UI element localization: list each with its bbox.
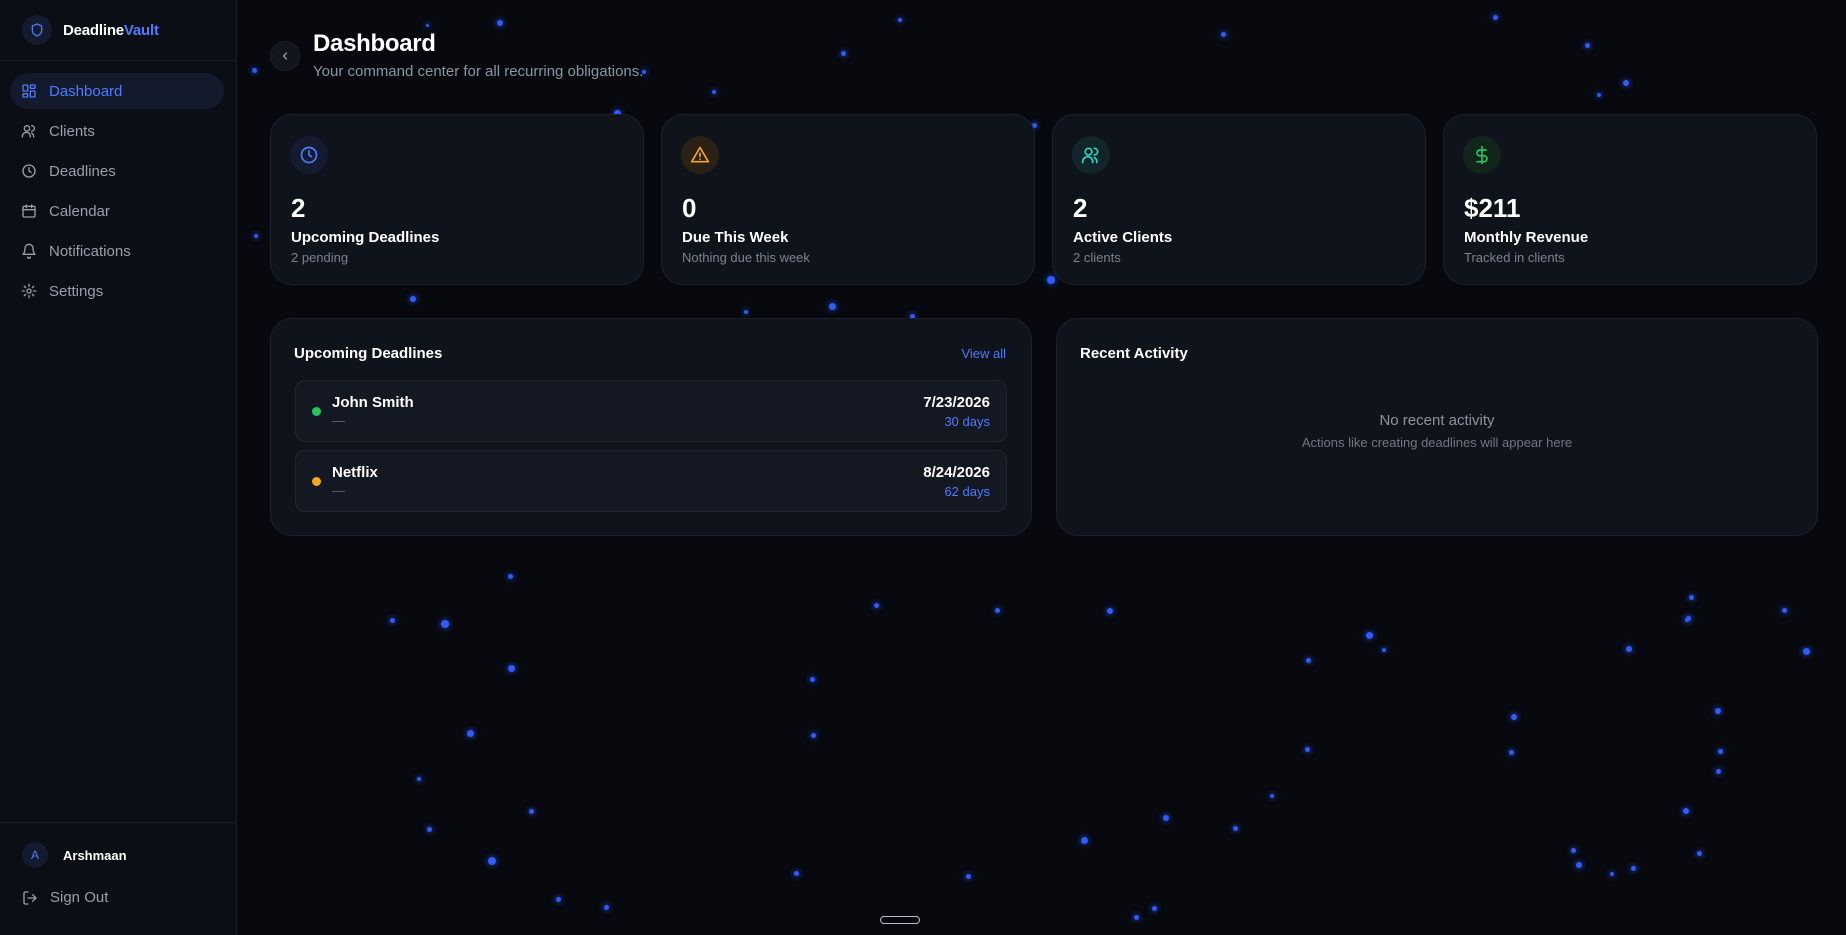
deadline-date: 8/24/2026: [923, 464, 990, 481]
page-subtitle: Your command center for all recurring ob…: [313, 63, 644, 80]
page-title: Dashboard: [313, 30, 436, 57]
stat-value: 2: [1073, 193, 1088, 223]
shield-icon: [22, 15, 52, 45]
sidebar-item-label: Dashboard: [49, 82, 123, 100]
users-icon: [1072, 136, 1110, 174]
app-name: DeadlineVault: [63, 21, 159, 39]
sidebar-nav: Dashboard Clients Deadlines Calendar Not…: [0, 61, 236, 309]
stat-value: $211: [1464, 193, 1521, 223]
stat-sub: 2 clients: [1073, 250, 1121, 265]
empty-state-title: No recent activity: [1379, 412, 1495, 429]
upcoming-deadlines-panel: Upcoming Deadlines View all John Smith —…: [270, 318, 1032, 536]
collapse-sidebar-button[interactable]: [270, 41, 300, 71]
stat-label: Monthly Revenue: [1464, 229, 1589, 246]
avatar: A: [22, 842, 48, 868]
recent-activity-panel: Recent Activity No recent activity Actio…: [1056, 318, 1818, 536]
deadline-row[interactable]: John Smith — 7/23/2026 30 days: [295, 380, 1007, 442]
sidebar-item-calendar[interactable]: Calendar: [10, 193, 224, 229]
chevron-left-icon: [282, 52, 288, 60]
warning-icon: [681, 136, 719, 174]
stat-sub: 2 pending: [291, 250, 349, 265]
stat-sub: Nothing due this week: [682, 250, 810, 265]
stat-card-active-clients[interactable]: 2 Active Clients 2 clients: [1052, 114, 1426, 285]
stat-card-monthly-revenue[interactable]: $211 Monthly Revenue Tracked in clients: [1443, 114, 1817, 285]
deadline-detail: —: [332, 483, 345, 498]
sidebar-item-label: Settings: [49, 282, 104, 300]
status-dot: [312, 477, 321, 486]
dollar-icon: [1463, 136, 1501, 174]
brand: DeadlineVault: [0, 0, 236, 61]
stat-label: Due This Week: [682, 229, 789, 246]
sign-out-button[interactable]: Sign Out: [0, 868, 236, 906]
panel-title: Recent Activity: [1080, 345, 1188, 362]
sidebar-item-clients[interactable]: Clients: [10, 113, 224, 149]
sidebar-item-label: Clients: [49, 122, 95, 140]
clock-icon: [22, 164, 36, 178]
gear-icon: [21, 283, 37, 299]
calendar-icon: [22, 204, 36, 218]
sign-out-label: Sign Out: [50, 889, 109, 906]
bell-icon: [22, 243, 36, 259]
deadline-days-left: 62 days: [944, 484, 990, 499]
sidebar-item-label: Calendar: [49, 202, 110, 220]
stat-value: 0: [682, 193, 697, 223]
sidebar-footer: A Arshmaan Sign Out: [0, 822, 236, 935]
empty-state-subtitle: Actions like creating deadlines will app…: [1301, 435, 1573, 450]
sidebar-item-label: Notifications: [49, 242, 131, 260]
deadline-row[interactable]: Netflix — 8/24/2026 62 days: [295, 450, 1007, 512]
sidebar: DeadlineVault Dashboard Clients Deadline…: [0, 0, 237, 935]
sign-out-icon: [23, 890, 37, 905]
stat-card-upcoming-deadlines[interactable]: 2 Upcoming Deadlines 2 pending: [270, 114, 644, 285]
stat-label: Active Clients: [1073, 229, 1173, 246]
user-profile[interactable]: A Arshmaan: [0, 823, 236, 868]
deadline-client-name: Netflix: [332, 464, 378, 481]
sidebar-item-label: Deadlines: [49, 162, 116, 180]
stat-label: Upcoming Deadlines: [291, 229, 440, 246]
deadline-days-left: 30 days: [944, 414, 990, 429]
sidebar-item-deadlines[interactable]: Deadlines: [10, 153, 224, 189]
sidebar-item-settings[interactable]: Settings: [10, 273, 224, 309]
users-icon: [21, 125, 35, 138]
sidebar-item-notifications[interactable]: Notifications: [10, 233, 224, 269]
main-content: Dashboard Your command center for all re…: [237, 0, 1846, 935]
stat-card-due-this-week[interactable]: 0 Due This Week Nothing due this week: [661, 114, 1035, 285]
clock-icon: [290, 136, 328, 174]
stat-sub: Tracked in clients: [1464, 250, 1565, 265]
dashboard-grid-icon: [22, 84, 36, 98]
deadline-detail: —: [332, 413, 345, 428]
panel-title: Upcoming Deadlines: [294, 345, 443, 362]
home-indicator: [880, 916, 920, 924]
user-name: Arshmaan: [63, 847, 127, 863]
status-dot: [312, 407, 321, 416]
view-all-link[interactable]: View all: [961, 346, 1006, 361]
deadline-client-name: John Smith: [332, 394, 414, 411]
deadline-date: 7/23/2026: [923, 394, 990, 411]
stat-value: 2: [291, 193, 306, 223]
sidebar-item-dashboard[interactable]: Dashboard: [10, 73, 224, 109]
